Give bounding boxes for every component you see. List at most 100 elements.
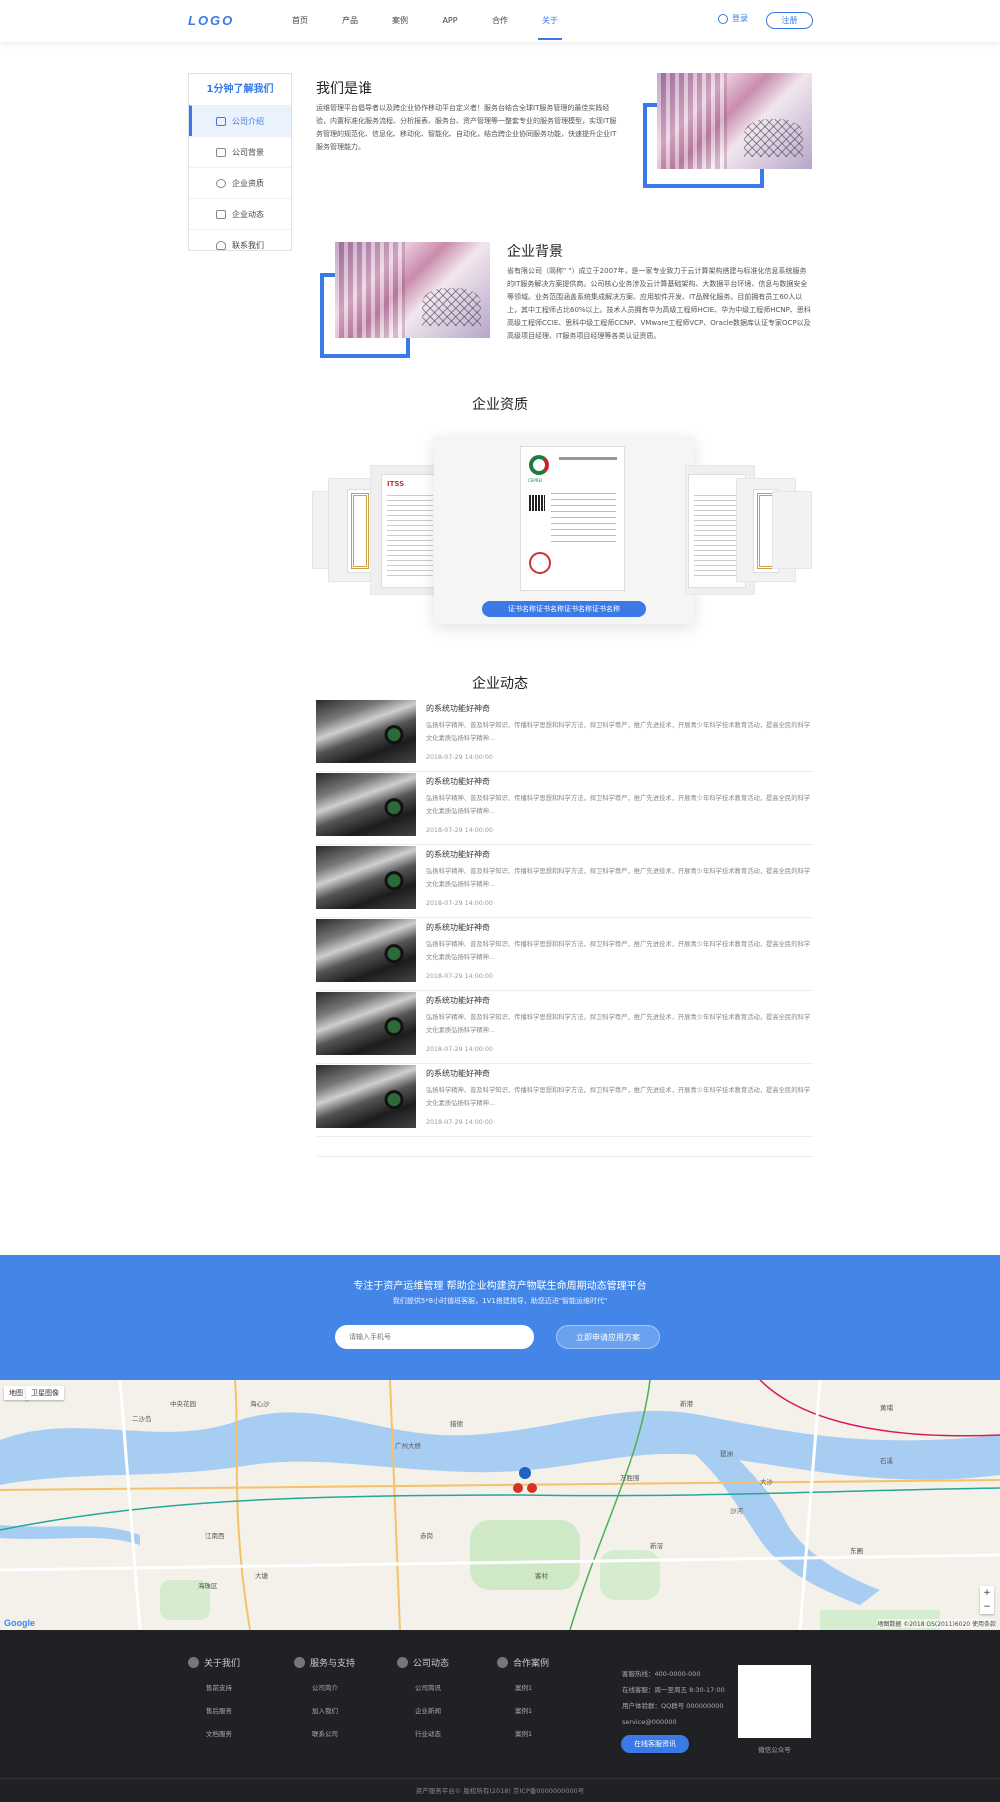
map-label: 广州大桥 [395, 1442, 421, 1450]
nav-about[interactable]: 关于 [525, 0, 575, 42]
news-item-desc: 弘扬科学精神、普及科学知识、传播科学思想和科学方法，捍卫科学尊严，推广先进技术，… [426, 868, 811, 888]
footer-column-title: 服务与支持 [310, 1659, 356, 1669]
footer-column: 合作案例 案例1 案例1 案例1 [497, 1656, 549, 1738]
nav-cases[interactable]: 案例 [375, 0, 425, 42]
certificate-slide[interactable] [772, 491, 812, 569]
sidebar-item-label: 公司背景 [232, 147, 264, 157]
satellite-view-tab[interactable]: 卫星图像 [26, 1386, 64, 1400]
site-header: LOGO 首页 产品 案例 APP 合作 关于 登录 注册 [0, 0, 1000, 42]
map-label: 琶洲 [720, 1450, 733, 1458]
news-item-title[interactable]: 的系统功能好神奇 [426, 1068, 490, 1079]
nav-cooperation[interactable]: 合作 [475, 0, 525, 42]
sidebar-item-label: 企业动态 [232, 209, 264, 219]
certificate-main[interactable]: CEPREI 证书名称证书名称证书名称证书名称 [434, 436, 694, 624]
sidebar-item-background[interactable]: 公司背景 [189, 136, 291, 167]
logo[interactable]: LOGO [188, 13, 234, 28]
news-item[interactable]: 的系统功能好神奇弘扬科学精神、普及科学知识、传播科学思想和科学方法，捍卫科学尊严… [316, 845, 813, 918]
qualification-title: 企业资质 [472, 397, 528, 413]
register-button[interactable]: 注册 [766, 12, 813, 29]
map-label: 东圃 [850, 1547, 863, 1555]
login-label: 登录 [732, 14, 748, 23]
footer-link[interactable]: 联系公司 [294, 1728, 355, 1738]
contact-online-hours: 在线客服：周一至周五 8:30-17:00 [622, 1686, 725, 1694]
news-thumbnail [316, 1065, 416, 1128]
footer-link[interactable]: 文档服务 [188, 1728, 240, 1738]
person-icon [216, 240, 226, 250]
news-item[interactable]: 的系统功能好神奇弘扬科学精神、普及科学知识、传播科学思想和科学方法，捍卫科学尊严… [316, 772, 813, 845]
divider [316, 1156, 813, 1157]
nav-home[interactable]: 首页 [275, 0, 325, 42]
phone-input[interactable] [335, 1325, 534, 1349]
footer-link[interactable]: 售前支持 [188, 1682, 240, 1692]
news-item[interactable]: 的系统功能好神奇 弘扬科学精神、普及科学知识、传播科学思想和科学方法，捍卫科学尊严… [316, 699, 813, 772]
map-label: 万胜围 [620, 1474, 640, 1482]
map-label: 石溪 [880, 1457, 893, 1465]
list-icon [216, 209, 226, 219]
zoom-in-button[interactable]: + [980, 1586, 994, 1600]
sidebar-item-news[interactable]: 企业动态 [189, 198, 291, 229]
news-item-desc: 弘扬科学精神、普及科学知识、传播科学思想和科学方法，捍卫科学尊严，推广先进技术，… [426, 1014, 811, 1034]
map-label: 大沙 [760, 1478, 773, 1486]
google-logo: Google [4, 1618, 35, 1628]
footer-link[interactable]: 案例1 [497, 1682, 549, 1692]
news-item-title[interactable]: 的系统功能好神奇 [426, 922, 490, 933]
copyright: 资产服务平台© 版权所有(2018) 京ICP备0000000000号 [0, 1778, 1000, 1802]
cta-banner: 专注于资产运维管理 帮助企业构建资产物联生命周期动态管理平台 我们提供5*8小时… [0, 1255, 1000, 1380]
news-item-desc: 弘扬科学精神、普及科学知识、传播科学思想和科学方法，捍卫科学尊严，推广先进技术，… [426, 1087, 811, 1107]
qr-caption: 微信公众号 [758, 1746, 791, 1754]
sidebar-title: 1分钟了解我们 [206, 84, 274, 95]
sidebar-item-intro[interactable]: 公司介绍 [189, 105, 291, 136]
footer-link[interactable]: 行业动态 [397, 1728, 449, 1738]
news-item-title[interactable]: 的系统功能好神奇 [426, 776, 490, 787]
map-label: 海珠区 [198, 1582, 218, 1590]
login-link[interactable]: 登录 [718, 13, 748, 24]
edit-icon [216, 147, 226, 157]
online-service-button[interactable]: 在线客服资讯 [621, 1735, 689, 1753]
footer-link[interactable]: 案例1 [497, 1705, 549, 1715]
certificate-slide[interactable]: ITSS [370, 465, 440, 595]
sidebar-item-contact[interactable]: 联系我们 [189, 229, 291, 260]
shield-icon [216, 178, 226, 188]
user-icon [718, 13, 728, 24]
news-item[interactable]: 的系统功能好神奇弘扬科学精神、普及科学知识、传播科学思想和科学方法，捍卫科学尊严… [316, 918, 813, 991]
contact-qq-group: 用户体验群：QQ群号 000000000 [622, 1702, 724, 1710]
location-map[interactable]: 地图 卫星图像 二沙岛 海心沙 中央花园 琶洲 新港 猎德 大塘 赤岗 客村 石… [0, 1380, 1000, 1630]
news-item-title[interactable]: 的系统功能好神奇 [426, 849, 490, 860]
sidebar-item-qualification[interactable]: 企业资质 [189, 167, 291, 198]
news-item-title[interactable]: 的系统功能好神奇 [426, 703, 490, 714]
nav-products[interactable]: 产品 [325, 0, 375, 42]
footer-column: 公司动态 公司简讯 企业新闻 行业动态 [397, 1656, 449, 1738]
about-text: 运维管理平台倡导者以及跨企业协作移动平台定义者！服务台结合全球IT服务管理的最佳… [316, 104, 617, 151]
cert-logo-icon [529, 455, 549, 475]
zoom-out-button[interactable]: − [980, 1600, 994, 1614]
about-image [657, 73, 812, 169]
news-item[interactable]: 的系统功能好神奇弘扬科学精神、普及科学知识、传播科学思想和科学方法，捍卫科学尊严… [316, 991, 813, 1064]
qr-code-icon [529, 495, 545, 511]
sidebar-item-label: 联系我们 [232, 240, 264, 250]
news-item-title[interactable]: 的系统功能好神奇 [426, 995, 490, 1006]
banner-title: 专注于资产运维管理 帮助企业构建资产物联生命周期动态管理平台 [353, 1281, 647, 1292]
seal-icon [529, 552, 551, 574]
map-credit[interactable]: 地图数据 ©2018 GS(2011)6020 使用条款 [877, 1619, 996, 1628]
map-view-tab[interactable]: 地图 [4, 1386, 28, 1400]
apply-button[interactable]: 立即申请应用方案 [556, 1325, 660, 1349]
footer-link[interactable]: 公司简介 [294, 1682, 355, 1692]
footer-link[interactable]: 加入我们 [294, 1705, 355, 1715]
news-item[interactable]: 的系统功能好神奇弘扬科学精神、普及科学知识、传播科学思想和科学方法，捍卫科学尊严… [316, 1064, 813, 1137]
footer-link[interactable]: 售后服务 [188, 1705, 240, 1715]
map-label: 大塘 [255, 1572, 268, 1580]
news-item-desc: 弘扬科学精神、普及科学知识、传播科学思想和科学方法，捍卫科学尊严，推广先进技术，… [426, 795, 811, 815]
nav-app[interactable]: APP [425, 0, 475, 42]
map-label: 赤岗 [420, 1532, 433, 1540]
news-thumbnail [316, 919, 416, 982]
news-thumbnail [316, 992, 416, 1055]
news-item-desc: 弘扬科学精神、普及科学知识、传播科学思想和科学方法，捍卫科学尊严，推广先进技术，… [426, 941, 811, 961]
footer-link[interactable]: 案例1 [497, 1728, 549, 1738]
certificate-name-button[interactable]: 证书名称证书名称证书名称证书名称 [482, 601, 646, 617]
footer-link[interactable]: 企业新闻 [397, 1705, 449, 1715]
map-label: 新滘 [650, 1542, 663, 1550]
news-icon [397, 1657, 408, 1668]
certificate-document: CEPREI [520, 446, 625, 591]
contact-email[interactable]: service@000000 [622, 1714, 725, 1730]
footer-link[interactable]: 公司简讯 [397, 1682, 449, 1692]
